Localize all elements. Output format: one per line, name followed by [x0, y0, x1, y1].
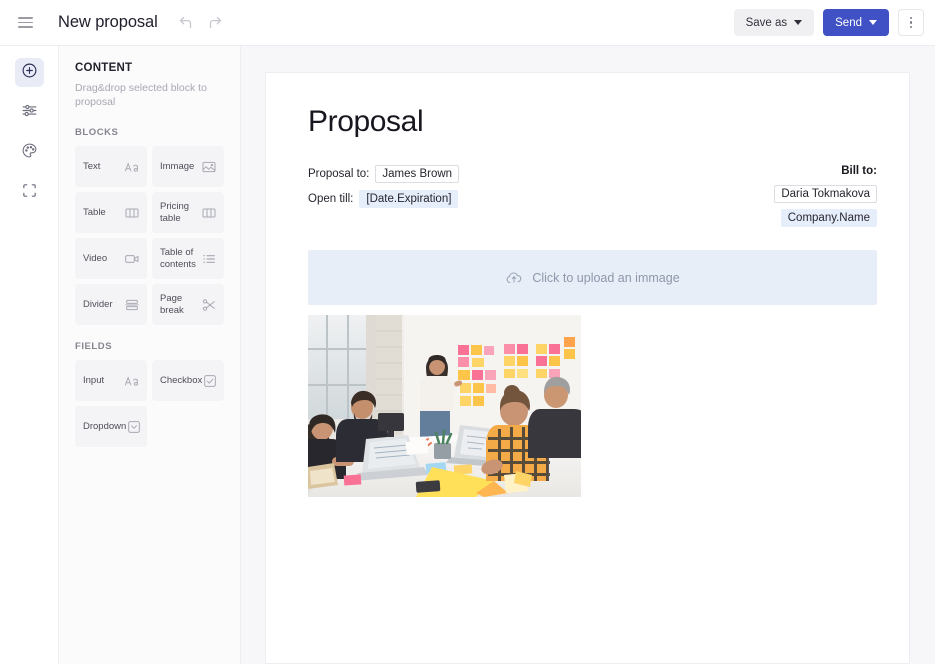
- redo-icon[interactable]: [206, 13, 226, 33]
- block-label: Video: [83, 252, 108, 264]
- bill-to-company[interactable]: Company.Name: [780, 209, 877, 227]
- document-heading[interactable]: Proposal: [308, 107, 877, 137]
- block-image[interactable]: Immage: [152, 146, 224, 188]
- undo-icon[interactable]: [176, 13, 196, 33]
- document-meta-row: Proposal to: James Brown Open till: [Dat…: [308, 165, 877, 227]
- block-label: Divider: [83, 298, 113, 310]
- page-inner: Proposal Proposal to: James Brown Open t…: [266, 73, 909, 497]
- meta-right-column: Bill to: Daria Tokmakova Company.Name: [774, 165, 877, 227]
- table-columns-icon: [201, 205, 217, 221]
- rail-item-theme[interactable]: [15, 138, 44, 167]
- field-label: Dropdown: [83, 420, 127, 432]
- proposal-to-label: Proposal to:: [308, 168, 370, 180]
- proposal-editor-app: New proposal Save as Send CONTENT Drag&d…: [0, 0, 935, 664]
- left-icon-rail: [0, 46, 59, 664]
- send-label: Send: [835, 16, 862, 29]
- team-meeting-photo[interactable]: [308, 315, 581, 497]
- block-label: Immage: [160, 160, 195, 172]
- block-label: Table of contents: [160, 246, 196, 270]
- rail-item-settings[interactable]: [15, 98, 44, 127]
- cloud-upload-icon: [505, 269, 523, 287]
- block-label: Text: [83, 160, 101, 172]
- top-bar: New proposal Save as Send: [0, 0, 935, 46]
- proposal-page: Proposal Proposal to: James Brown Open t…: [265, 72, 910, 664]
- field-dropdown[interactable]: Dropdown: [75, 406, 147, 448]
- document-canvas: Proposal Proposal to: James Brown Open t…: [241, 46, 935, 664]
- video-camera-icon: [124, 251, 140, 267]
- bill-to-name[interactable]: Daria Tokmakova: [774, 185, 877, 203]
- proposal-to-value[interactable]: James Brown: [375, 165, 460, 183]
- block-video[interactable]: Video: [75, 238, 147, 280]
- crop-frame-icon: [21, 182, 38, 204]
- content-panel: CONTENT Drag&drop selected block to prop…: [59, 46, 241, 664]
- block-divider[interactable]: Divider: [75, 284, 147, 326]
- bill-to-label: Bill to:: [841, 165, 877, 177]
- page-title[interactable]: New proposal: [58, 13, 158, 32]
- text-aa-icon: [124, 373, 140, 389]
- upload-text: Click to upload an immage: [532, 270, 680, 285]
- fields-group-label: FIELDS: [75, 341, 113, 353]
- table-columns-icon: [124, 205, 140, 221]
- list-icon: [201, 251, 217, 267]
- save-as-label: Save as: [745, 16, 788, 29]
- meta-left-column: Proposal to: James Brown Open till: [Dat…: [308, 165, 460, 208]
- block-pricing-table[interactable]: Pricing table: [152, 192, 224, 234]
- block-label: Pricing table: [160, 200, 190, 224]
- kebab-menu-icon[interactable]: [898, 9, 924, 36]
- checkbox-checked-icon: [202, 373, 218, 389]
- save-as-button[interactable]: Save as: [733, 9, 815, 36]
- block-table-of-contents[interactable]: Table of contents: [152, 238, 224, 280]
- rail-item-layout[interactable]: [15, 178, 44, 207]
- image-upload-dropzone[interactable]: Click to upload an immage: [308, 250, 877, 305]
- field-input[interactable]: Input: [75, 360, 147, 402]
- open-till-row: Open till: [Date.Expiration]: [308, 190, 459, 208]
- block-table[interactable]: Table: [75, 192, 147, 234]
- field-label: Checkbox: [160, 374, 203, 386]
- image-icon: [201, 159, 217, 175]
- palette-icon: [21, 142, 38, 164]
- panel-title: CONTENT: [75, 62, 133, 74]
- send-button[interactable]: Send: [823, 9, 889, 36]
- blocks-group-label: BLOCKS: [75, 127, 119, 139]
- block-page-break[interactable]: Page break: [152, 284, 224, 326]
- proposal-to-row: Proposal to: James Brown: [308, 165, 460, 183]
- history-buttons: [176, 13, 226, 33]
- block-label: Page break: [160, 292, 184, 316]
- hamburger-icon[interactable]: [10, 8, 40, 38]
- chevron-down-icon: [869, 20, 877, 25]
- text-aa-icon: [124, 159, 140, 175]
- field-checkbox[interactable]: Checkbox: [152, 360, 224, 402]
- fields-grid: Input Checkbox Dropdown: [75, 360, 225, 448]
- plus-circle-icon: [21, 62, 38, 84]
- blocks-grid: Text Immage Table Pricing table Video Ta…: [75, 146, 225, 326]
- open-till-label: Open till:: [308, 193, 354, 205]
- chevron-down-icon: [794, 20, 803, 25]
- scissors-icon: [201, 297, 217, 313]
- sliders-icon: [21, 102, 38, 124]
- chevron-down-box-icon: [126, 419, 142, 435]
- divider-icon: [124, 297, 140, 313]
- field-label: Input: [83, 374, 105, 386]
- block-text[interactable]: Text: [75, 146, 147, 188]
- panel-subtitle: Drag&drop selected block to proposal: [75, 82, 207, 109]
- open-till-value[interactable]: [Date.Expiration]: [359, 190, 459, 208]
- rail-item-add-block[interactable]: [14, 58, 44, 87]
- block-label: Table: [83, 206, 106, 218]
